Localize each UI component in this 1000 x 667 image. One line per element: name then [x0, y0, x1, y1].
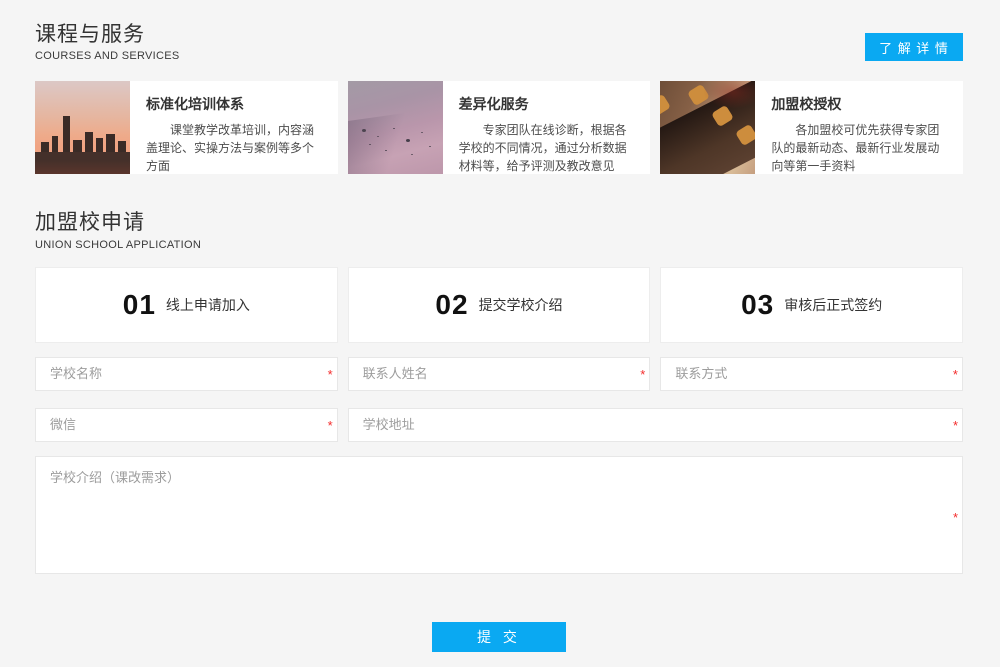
form-row-2: * *: [35, 408, 963, 442]
school-intro-field: *: [35, 456, 963, 579]
required-asterisk: *: [953, 419, 958, 432]
application-steps: 01 线上申请加入 02 提交学校介绍 03 审核后正式签约: [35, 267, 963, 343]
page: 课程与服务 COURSES AND SERVICES 了 解 详 情 标准化培训…: [0, 0, 1000, 652]
course-cards: 标准化培训体系 课堂教学改革培训，内容涵盖理论、实操方法与案例等多个方面 差异化…: [35, 81, 963, 174]
city-sunset-image: [35, 81, 130, 174]
card-title: 加盟校授权: [771, 94, 949, 114]
contact-name-field: *: [348, 357, 651, 391]
courses-heading-block: 课程与服务 COURSES AND SERVICES: [35, 22, 180, 62]
card-title: 差异化服务: [459, 94, 637, 114]
contact-name-input[interactable]: [348, 357, 651, 391]
step-label: 提交学校介绍: [479, 295, 563, 315]
required-asterisk: *: [640, 368, 645, 381]
application-section: 加盟校申请 UNION SCHOOL APPLICATION 01 线上申请加入…: [35, 210, 963, 651]
step-label: 审核后正式签约: [784, 295, 882, 315]
submit-row: 提 交: [35, 622, 963, 652]
desert-dusk-image: [348, 81, 443, 174]
step-sign-contract: 03 审核后正式签约: [660, 267, 963, 343]
step-number: 03: [741, 289, 774, 321]
required-asterisk: *: [328, 368, 333, 381]
card-desc: 各加盟校可优先获得专家团队的最新动态、最新行业发展动向等第一手资料: [771, 121, 949, 174]
learn-more-button[interactable]: 了 解 详 情: [865, 33, 963, 61]
school-name-input[interactable]: [35, 357, 338, 391]
card-body: 标准化培训体系 课堂教学改革培训，内容涵盖理论、实操方法与案例等多个方面: [130, 81, 338, 174]
card-desc: 专家团队在线诊断，根据各学校的不同情况，通过分析数据材料等，给予评测及教改意见: [459, 121, 637, 174]
school-intro-textarea[interactable]: [35, 456, 963, 574]
courses-section-header: 课程与服务 COURSES AND SERVICES 了 解 详 情: [35, 22, 963, 62]
submit-button[interactable]: 提 交: [432, 622, 566, 652]
step-label: 线上申请加入: [166, 295, 250, 315]
card-desc: 课堂教学改革培训，内容涵盖理论、实操方法与案例等多个方面: [146, 121, 324, 174]
film-strip-image: [660, 81, 755, 174]
application-subtitle: UNION SCHOOL APPLICATION: [35, 239, 963, 251]
course-card-franchise-authorization: 加盟校授权 各加盟校可优先获得专家团队的最新动态、最新行业发展动向等第一手资料: [660, 81, 963, 174]
courses-subtitle: COURSES AND SERVICES: [35, 50, 180, 62]
form-row-1: * * *: [35, 357, 963, 391]
school-address-input[interactable]: [348, 408, 963, 442]
step-number: 02: [435, 289, 468, 321]
contact-method-input[interactable]: [660, 357, 963, 391]
wechat-field: *: [35, 408, 338, 442]
card-body: 差异化服务 专家团队在线诊断，根据各学校的不同情况，通过分析数据材料等，给予评测…: [443, 81, 651, 174]
card-body: 加盟校授权 各加盟校可优先获得专家团队的最新动态、最新行业发展动向等第一手资料: [755, 81, 963, 174]
required-asterisk: *: [953, 368, 958, 381]
card-title: 标准化培训体系: [146, 94, 324, 114]
step-number: 01: [123, 289, 156, 321]
course-card-standardized-training: 标准化培训体系 课堂教学改革培训，内容涵盖理论、实操方法与案例等多个方面: [35, 81, 338, 174]
step-submit-intro: 02 提交学校介绍: [348, 267, 651, 343]
required-asterisk: *: [328, 419, 333, 432]
school-name-field: *: [35, 357, 338, 391]
contact-method-field: *: [660, 357, 963, 391]
wechat-input[interactable]: [35, 408, 338, 442]
required-asterisk: *: [953, 511, 958, 524]
step-apply-online: 01 线上申请加入: [35, 267, 338, 343]
school-address-field: *: [348, 408, 963, 442]
courses-title: 课程与服务: [35, 22, 180, 48]
course-card-differentiated-service: 差异化服务 专家团队在线诊断，根据各学校的不同情况，通过分析数据材料等，给予评测…: [348, 81, 651, 174]
application-title: 加盟校申请: [35, 210, 963, 236]
